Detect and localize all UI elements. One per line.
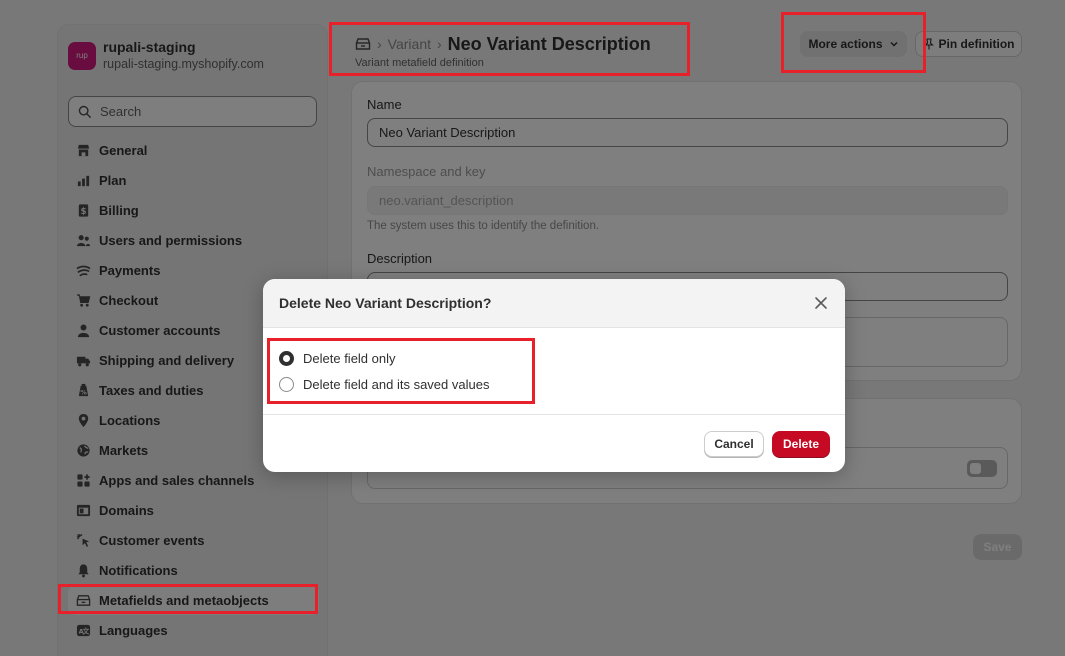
- highlight-box-metafields: [58, 584, 318, 614]
- highlight-box-options: [267, 338, 535, 404]
- modal-title: Delete Neo Variant Description?: [279, 295, 492, 311]
- highlight-box-more-actions: [781, 12, 926, 73]
- close-icon[interactable]: [814, 296, 828, 310]
- cancel-button[interactable]: Cancel: [704, 431, 764, 457]
- modal-header: Delete Neo Variant Description?: [263, 279, 845, 328]
- delete-button[interactable]: Delete: [772, 431, 830, 457]
- modal-footer: Cancel Delete: [263, 415, 845, 471]
- page: rup rupali-staging rupali-staging.myshop…: [0, 0, 1065, 656]
- highlight-box-title: [329, 22, 690, 76]
